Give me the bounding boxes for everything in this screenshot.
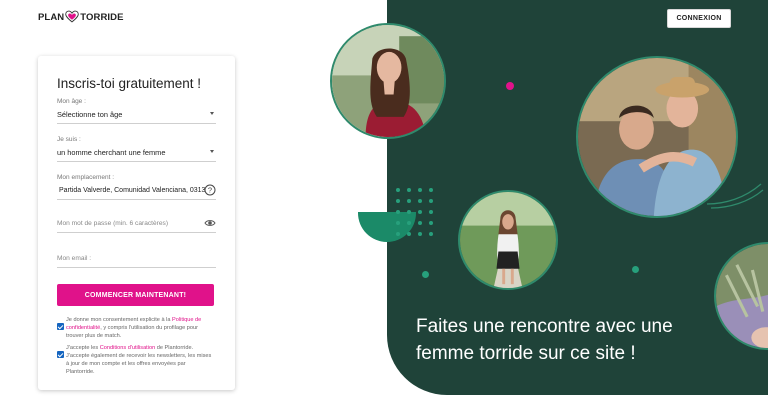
age-select[interactable]: Sélectionne ton âge [57,105,216,124]
green-dot [632,266,639,273]
pink-dot [506,82,514,90]
landing-page: PLAN TORRIDE CONNEXION Faites une rencon… [0,0,768,413]
password-placeholder: Mon mot de passe (min. 6 caractères) [57,219,169,227]
logo-text-right: TORRIDE [80,11,124,23]
plantorride-logo[interactable]: PLAN TORRIDE [38,10,124,24]
email-input[interactable]: Mon email : [57,249,216,268]
start-now-button[interactable]: COMMENCER MAINTENANT! [57,284,214,306]
location-input[interactable]: Partida Valverde, Comunidad Valenciana, … [57,181,216,200]
login-button[interactable]: CONNEXION [667,9,731,28]
svg-text:?: ? [208,186,212,195]
help-icon[interactable]: ? [204,184,216,196]
hero-headline: Faites une rencontre avec une femme torr… [416,316,673,364]
age-label: Mon âge : [57,98,86,105]
iam-label: Je suis : [57,136,81,143]
chevron-down-icon [210,112,214,115]
green-dot [422,271,429,278]
age-select-value: Sélectionne ton âge [57,109,123,119]
logo-text-left: PLAN [38,11,65,23]
terms-consent: J'accepte les Conditions d'utilisation d… [57,344,216,376]
seeking-select[interactable]: un homme cherchant une femme [57,143,216,162]
location-label: Mon emplacement : [57,174,115,181]
dot-pattern [396,188,440,242]
privacy-consent: Je donne mon consentement explicite à la… [57,316,216,340]
terms-checkbox[interactable] [57,351,64,358]
terms-consent-text: J'accepte les Conditions d'utilisation d… [66,345,212,375]
email-placeholder: Mon email : [57,254,92,262]
heart-icon [65,10,80,24]
eye-icon[interactable] [204,217,216,229]
privacy-consent-text: Je donne mon consentement explicite à la… [66,317,202,339]
decorative-arcs [706,183,764,209]
password-input[interactable]: Mon mot de passe (min. 6 caractères) [57,214,216,233]
privacy-checkbox[interactable] [57,323,64,330]
chevron-down-icon [210,150,214,153]
photo-woman-walking [458,190,558,290]
seeking-select-value: un homme cherchant une femme [57,147,166,157]
terms-link[interactable]: Conditions d'utilisation [100,345,155,351]
photo-woman-red-top [330,23,446,139]
form-title: Inscris-toi gratuitement ! [57,76,202,91]
signup-form-card: Inscris-toi gratuitement ! Mon âge : Sél… [38,56,235,390]
location-input-value: Partida Valverde, Comunidad Valenciana, … [59,186,210,194]
